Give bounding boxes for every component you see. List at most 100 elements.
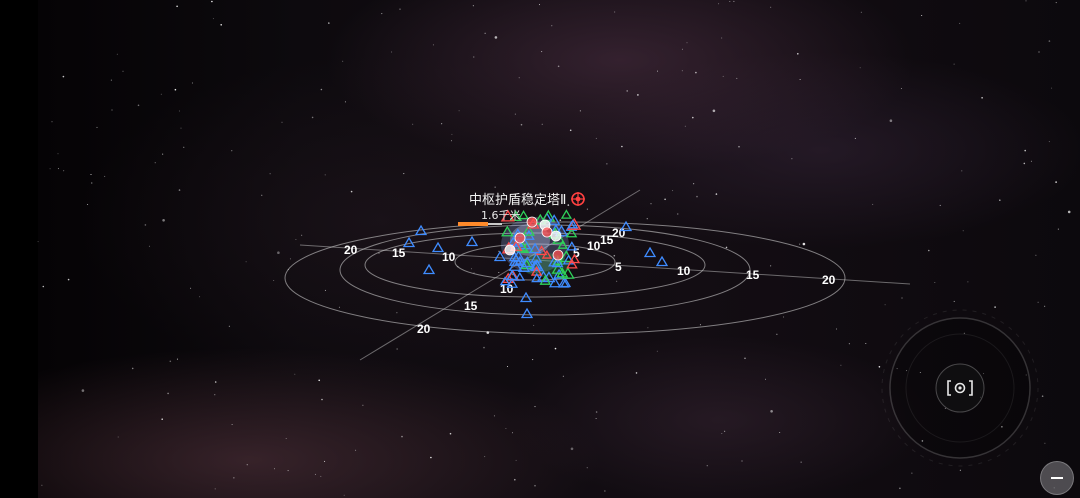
star [532,359,534,361]
star [183,146,185,148]
unit-marker-icon[interactable] [431,241,445,253]
target-crosshair-icon [571,192,585,206]
star [961,170,963,172]
star [725,246,728,249]
star [779,432,781,433]
radar-distance-labels: 5 5 10 10 10 10 15 15 15 15 20 20 20 20 [344,226,836,336]
star [621,145,623,148]
distance-label: 20 [612,226,626,240]
star [381,13,383,15]
star [314,473,316,475]
unit-marker-icon[interactable] [560,209,573,219]
space-map-view[interactable]: 5 5 10 10 10 10 15 15 15 15 20 20 20 20 [0,0,1080,498]
star [473,56,475,58]
star [401,435,403,438]
star [1067,210,1071,214]
star [736,77,738,79]
star [533,324,535,326]
star [656,350,658,352]
star [802,242,806,246]
star [176,5,178,8]
star [324,460,326,462]
star [178,110,180,112]
star [344,101,346,103]
star [37,241,39,243]
star [797,53,799,55]
star [162,153,164,155]
zoom-out-button[interactable] [1040,461,1074,495]
star [981,97,983,99]
star [318,379,321,382]
star [848,343,850,345]
star [962,230,964,232]
star [137,104,140,107]
target-distance: 1.6千米 [481,209,521,222]
ship-marker-icon[interactable] [552,249,564,261]
star [939,204,941,206]
star [111,109,113,111]
star [921,15,923,16]
star [569,129,572,132]
star [484,456,486,458]
distance-label: 20 [417,322,431,336]
unit-marker-icon[interactable] [518,209,529,220]
star [799,243,801,245]
unit-marker-icon[interactable] [422,263,436,275]
star [472,5,474,7]
star [294,373,296,375]
unit-marker-icon[interactable] [643,246,657,258]
star [281,121,283,123]
star [715,193,718,195]
star [959,22,961,24]
star [233,477,235,479]
ship-marker-icon[interactable] [541,226,553,238]
star [148,245,150,247]
ship-marker-icon[interactable] [514,232,526,244]
star [176,358,178,360]
unit-marker-icon[interactable] [465,235,479,247]
target-name: 中枢护盾稳定塔Ⅱ [469,192,566,208]
ship-marker-icon[interactable] [504,244,516,256]
star [570,447,574,451]
star [865,343,867,344]
unit-marker-icon[interactable] [655,255,669,267]
star [162,219,165,222]
star [246,464,248,466]
unit-marker-icon[interactable] [520,307,534,319]
distance-label: 15 [746,268,760,282]
star [677,213,679,215]
star [1057,228,1059,230]
star [362,404,364,406]
star [96,126,98,128]
star [338,306,340,308]
ship-marker-icon[interactable] [526,216,538,228]
star [557,65,560,68]
star [650,203,652,205]
star [174,88,177,91]
ship-marker-icon[interactable] [550,230,562,242]
star [959,469,961,471]
star [167,392,169,395]
star [1030,160,1032,162]
star [432,44,434,46]
star [441,123,443,125]
star [285,438,287,439]
star [595,137,597,139]
star [635,372,638,374]
star [1051,87,1053,89]
star [42,285,45,288]
star [664,198,666,201]
star [606,163,608,165]
star [507,366,508,367]
star [342,60,344,62]
star [686,42,688,44]
unit-marker-icon[interactable] [402,236,416,248]
star [520,123,523,126]
star [911,472,913,474]
star [493,415,495,417]
star [681,48,683,50]
star [1055,2,1057,4]
star [190,287,192,289]
star [684,125,686,127]
star [518,77,520,79]
